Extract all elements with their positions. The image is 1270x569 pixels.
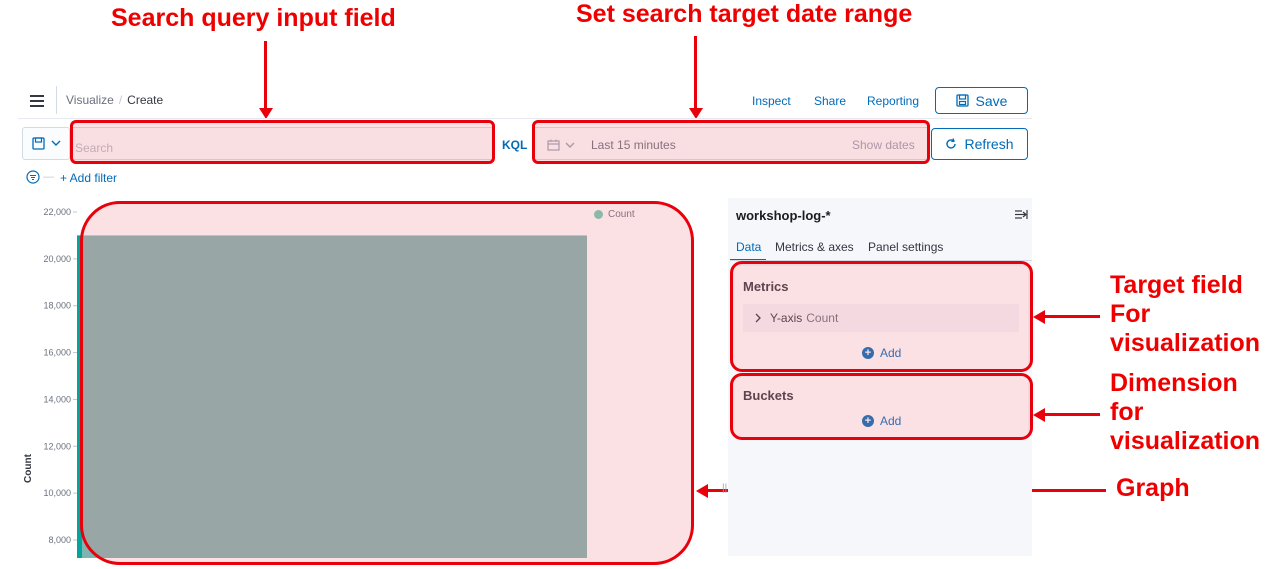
annotation-arrow-line: [694, 36, 697, 108]
date-picker[interactable]: Last 15 minutes Show dates: [532, 127, 929, 160]
breadcrumb-separator: /: [118, 93, 123, 107]
panel-resize-handle[interactable]: ||: [722, 483, 727, 494]
metrics-add-button[interactable]: + Add: [862, 346, 901, 360]
save-button[interactable]: Save: [935, 87, 1028, 114]
breadcrumb-visualize[interactable]: Visualize: [66, 93, 114, 107]
annotation-arrow-line: [264, 41, 267, 109]
visualization-area: 22,000 20,000 18,000 16,000 14,000 12,000 10,0…: [18, 198, 718, 558]
y-tick-label: 12,000: [43, 441, 71, 451]
kql-toggle[interactable]: KQL: [502, 138, 527, 152]
save-icon: [955, 94, 969, 107]
buckets-section: [734, 376, 1028, 438]
saved-query-icon: [31, 137, 45, 150]
chevron-down-icon: [51, 140, 60, 146]
menu-icon[interactable]: [30, 92, 44, 110]
filter-dash: —: [43, 171, 54, 183]
chart-legend[interactable]: Count: [594, 209, 635, 220]
refresh-icon: [946, 138, 957, 149]
legend-dot: [594, 210, 603, 219]
tab-panel-settings[interactable]: Panel settings: [868, 240, 943, 254]
date-range-value[interactable]: Last 15 minutes: [591, 138, 676, 152]
annotation-graph: Graph: [1116, 474, 1190, 502]
tab-data[interactable]: Data: [736, 240, 761, 254]
annotation-arrow-line: [1044, 413, 1100, 416]
annotation-arrowhead: [1033, 408, 1045, 422]
refresh-button[interactable]: Refresh: [931, 128, 1028, 160]
header-divider: [56, 86, 57, 114]
save-label: Save: [975, 92, 1008, 109]
buckets-title: Buckets: [743, 388, 794, 403]
show-dates-link[interactable]: Show dates: [852, 138, 915, 152]
breadcrumb: Visualize / Create: [66, 93, 163, 107]
annotation-date-range: Set search target date range: [576, 0, 913, 28]
annotation-dimension: Dimension for visualization: [1110, 369, 1261, 455]
y-tick-label: 8,000: [48, 535, 71, 545]
bar-count[interactable]: [77, 235, 587, 558]
search-input[interactable]: Search: [75, 141, 113, 155]
metrics-title: Metrics: [743, 279, 789, 294]
collapse-sidebar-icon[interactable]: [1014, 209, 1028, 220]
annotation-search-query: Search query input field: [111, 4, 396, 32]
plus-icon: +: [862, 415, 874, 427]
share-link[interactable]: Share: [814, 94, 846, 108]
filter-icon[interactable]: [26, 170, 40, 184]
buckets-add-button[interactable]: + Add: [862, 414, 901, 428]
legend-label: Count: [608, 209, 635, 220]
annotation-target-field: Target field For visualization: [1110, 271, 1261, 357]
y-tick-label: 20,000: [43, 254, 71, 264]
bar-chart: 22,000 20,000 18,000 16,000 14,000 12,000 10,0…: [43, 207, 587, 558]
y-tick-label: 16,000: [43, 348, 71, 358]
metric-axis-label: Y-axis: [770, 311, 803, 325]
metrics-add-label: Add: [880, 346, 902, 360]
header-border: [18, 118, 1032, 119]
buckets-add-label: Add: [880, 414, 902, 428]
search-input-wrapper[interactable]: Search: [70, 127, 495, 160]
y-tick-label: 22,000: [43, 207, 71, 217]
metric-y-axis-count[interactable]: Y-axis Count: [743, 304, 1019, 332]
plus-icon: +: [862, 347, 874, 359]
refresh-label: Refresh: [964, 136, 1014, 152]
tab-metrics-axes[interactable]: Metrics & axes: [775, 240, 854, 254]
add-filter-link[interactable]: + Add filter: [60, 171, 117, 185]
bar-edge: [77, 235, 82, 558]
breadcrumb-create: Create: [127, 93, 164, 107]
y-tick-label: 14,000: [43, 394, 71, 404]
chevron-right-icon[interactable]: [755, 313, 762, 323]
metric-agg-label: Count: [806, 311, 839, 325]
chevron-down-icon: [565, 142, 575, 148]
tabs-border: [730, 260, 1032, 261]
y-tick-label: 18,000: [43, 301, 71, 311]
inspect-link[interactable]: Inspect: [752, 94, 791, 108]
reporting-link[interactable]: Reporting: [867, 94, 919, 108]
calendar-icon[interactable]: [547, 139, 560, 151]
annotation-arrow-line: [1044, 315, 1100, 318]
saved-query-button[interactable]: [22, 127, 70, 160]
annotation-arrowhead: [1033, 310, 1045, 324]
y-axis-label: Count: [22, 454, 34, 483]
y-tick-label: 10,000: [43, 488, 71, 498]
index-pattern-title: workshop-log-*: [736, 208, 831, 223]
